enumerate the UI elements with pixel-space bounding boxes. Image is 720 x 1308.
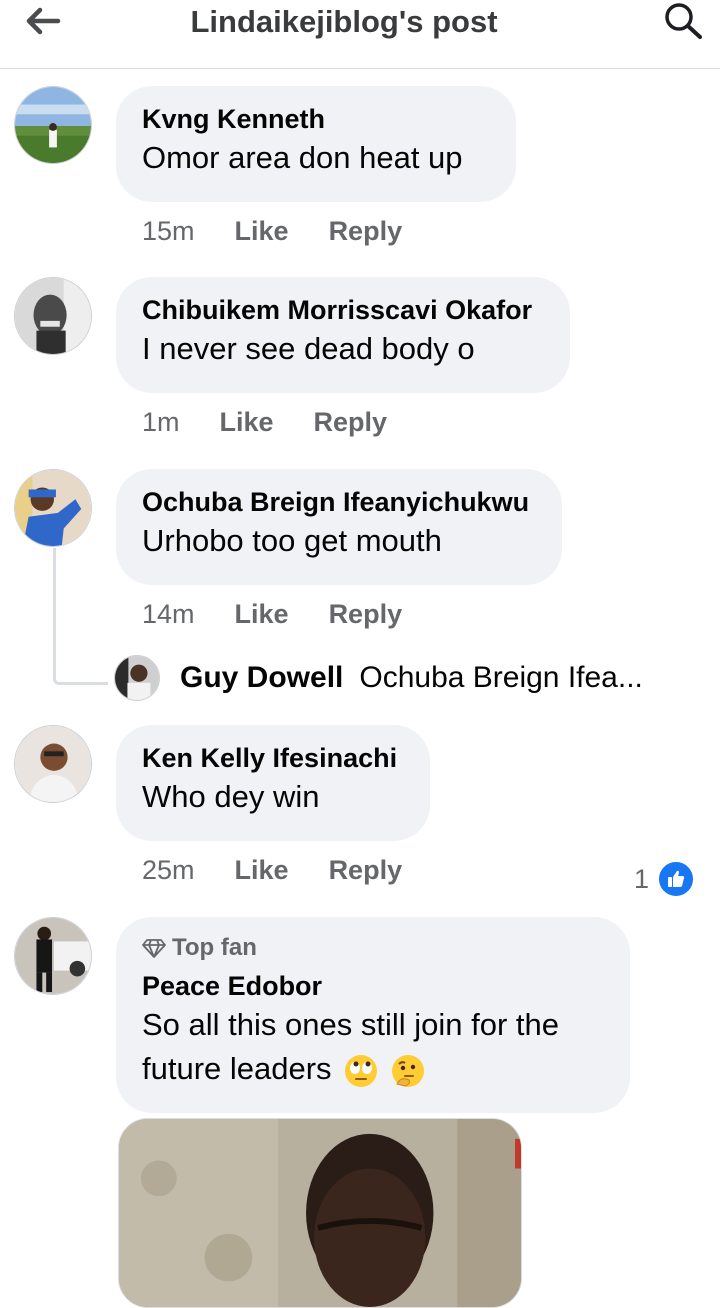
- avatar[interactable]: [14, 725, 92, 803]
- comment-photo[interactable]: [118, 1118, 522, 1308]
- diamond-icon: [142, 939, 166, 958]
- top-bar: Lindaikejiblog's post: [0, 0, 720, 69]
- search-button[interactable]: [660, 0, 706, 42]
- avatar-image: [15, 278, 91, 354]
- comment-time[interactable]: 15m: [142, 216, 195, 247]
- comment-author[interactable]: Chibuikem Morrisscavi Okafor: [142, 293, 542, 327]
- photo-image: [119, 1119, 521, 1307]
- reply-author[interactable]: Guy Dowell: [180, 661, 343, 695]
- comment-time[interactable]: 1m: [142, 407, 180, 438]
- reply-button[interactable]: Reply: [329, 855, 403, 886]
- reply-button[interactable]: Reply: [314, 407, 388, 438]
- comment-bubble[interactable]: Ochuba Breign Ifeanyichukwu Urhobo too g…: [116, 469, 562, 585]
- comment-author[interactable]: Ochuba Breign Ifeanyichukwu: [142, 485, 534, 519]
- avatar[interactable]: [14, 917, 92, 995]
- comment-actions: 14m Like Reply: [142, 599, 442, 630]
- like-icon: [657, 860, 696, 898]
- reaction-count: 1: [634, 863, 650, 894]
- thread-connector: [53, 548, 108, 685]
- comment-actions: 1m Like Reply: [142, 407, 427, 438]
- avatar-image: [15, 470, 91, 546]
- search-icon: [665, 3, 702, 39]
- comment-bubble[interactable]: Ken Kelly Ifesinachi Who dey win: [116, 725, 430, 841]
- avatar[interactable]: [14, 469, 92, 547]
- comment-author[interactable]: Ken Kelly Ifesinachi: [142, 741, 402, 775]
- comment-author[interactable]: Peace Edobor: [142, 969, 602, 1003]
- avatar-image: [15, 87, 91, 163]
- comment-text-line: So all this ones still join for the: [142, 1007, 559, 1042]
- reply-button[interactable]: Reply: [329, 599, 403, 630]
- comment-time[interactable]: 14m: [142, 599, 195, 630]
- comment-text: Who dey win: [142, 779, 320, 814]
- thinking-face-icon: [391, 1054, 424, 1087]
- like-button[interactable]: Like: [220, 407, 274, 438]
- face-with-rolling-eyes-icon: [345, 1054, 378, 1087]
- avatar-image: [15, 918, 91, 994]
- like-button[interactable]: Like: [235, 855, 289, 886]
- reply-preview[interactable]: Guy Dowell Ochuba Breign Ifea...: [114, 654, 643, 702]
- reply-button[interactable]: Reply: [329, 216, 403, 247]
- comment-text: I never see dead body o: [142, 331, 475, 366]
- comment-bubble[interactable]: Top fan Peace Edobor So all this ones st…: [116, 917, 630, 1113]
- like-button[interactable]: Like: [235, 216, 289, 247]
- comment-text: Urhobo too get mouth: [142, 523, 442, 558]
- like-button[interactable]: Like: [235, 599, 289, 630]
- comment-bubble[interactable]: Kvng Kenneth Omor area don heat up: [116, 86, 516, 202]
- avatar[interactable]: [14, 277, 92, 355]
- comment-text: Omor area don heat up: [142, 140, 463, 175]
- top-fan-badge: Top fan: [142, 933, 602, 963]
- reply-avatar[interactable]: [114, 655, 160, 701]
- top-fan-label: Top fan: [172, 934, 257, 961]
- comment-text-line: future leaders: [142, 1047, 602, 1091]
- reply-text: Ochuba Breign Ifea...: [359, 661, 643, 694]
- comment-actions: 25m Like Reply: [142, 855, 442, 886]
- reaction-summary[interactable]: 1: [634, 860, 696, 898]
- avatar-image: [15, 726, 91, 802]
- avatar-image: [115, 656, 159, 700]
- comment-time[interactable]: 25m: [142, 855, 195, 886]
- comment-author[interactable]: Kvng Kenneth: [142, 102, 488, 136]
- page-title: Lindaikejiblog's post: [190, 4, 498, 39]
- comment-bubble[interactable]: Chibuikem Morrisscavi Okafor I never see…: [116, 277, 570, 393]
- comment-actions: 15m Like Reply: [142, 216, 442, 247]
- avatar[interactable]: [14, 86, 92, 164]
- comment-text-line-2: future leaders: [142, 1051, 332, 1086]
